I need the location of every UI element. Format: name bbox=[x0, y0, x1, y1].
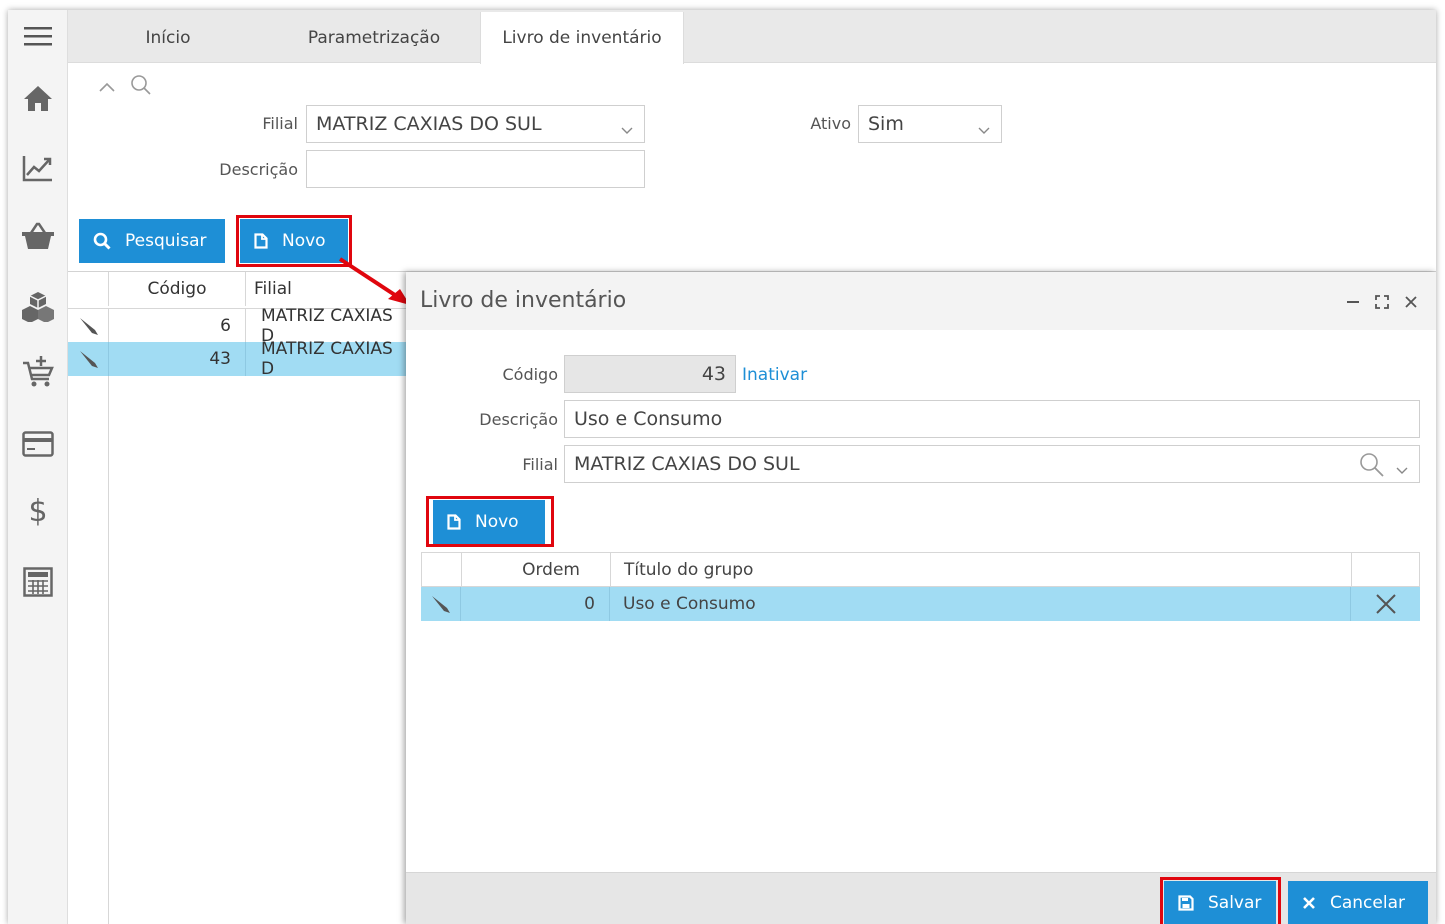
filial-cell: MATRIZ CAXIAS D bbox=[261, 305, 393, 346]
pesquisar-button-label: Pesquisar bbox=[125, 231, 207, 251]
card-icon[interactable] bbox=[8, 418, 68, 470]
minimize-icon[interactable] bbox=[1346, 294, 1360, 313]
dialog-codigo-field: 43 bbox=[564, 355, 736, 393]
annotation-highlight-novo bbox=[236, 215, 352, 267]
boxes-icon[interactable] bbox=[8, 280, 68, 332]
maximize-icon[interactable] bbox=[1375, 294, 1389, 313]
dialog-filial-select[interactable]: MATRIZ CAXIAS DO SUL bbox=[564, 445, 1420, 483]
menu-icon[interactable] bbox=[8, 10, 68, 62]
chart-icon[interactable] bbox=[8, 142, 68, 194]
column-header-codigo[interactable]: Código bbox=[108, 272, 246, 306]
side-rail: $ bbox=[8, 10, 68, 924]
svg-text:$: $ bbox=[28, 494, 47, 527]
search-icon[interactable] bbox=[1359, 452, 1385, 483]
search-icon bbox=[93, 232, 111, 250]
grid-column-divider bbox=[108, 376, 109, 924]
dialog-footer: Salvar Cancelar bbox=[406, 872, 1436, 924]
close-icon bbox=[1303, 897, 1315, 909]
dialog-descricao-input[interactable]: Uso e Consumo bbox=[564, 400, 1420, 438]
annotation-highlight-salvar bbox=[1160, 877, 1281, 924]
filial-label: Filial bbox=[262, 114, 298, 133]
tab-label: Livro de inventário bbox=[502, 28, 662, 48]
dialog-filial-value: MATRIZ CAXIAS DO SUL bbox=[574, 453, 800, 475]
annotation-highlight-dialog-novo bbox=[426, 496, 554, 547]
livro-inventario-dialog: Livro de inventário Código 43 Inativar D… bbox=[406, 272, 1436, 924]
filial-select-value: MATRIZ CAXIAS DO SUL bbox=[316, 113, 542, 135]
cart-add-icon[interactable] bbox=[8, 346, 68, 398]
cancelar-button-label: Cancelar bbox=[1330, 893, 1405, 913]
codigo-cell: 6 bbox=[108, 309, 246, 342]
descricao-label: Descrição bbox=[219, 160, 298, 179]
basket-icon[interactable] bbox=[8, 210, 68, 262]
table-row[interactable]: 6 MATRIZ CAXIAS D bbox=[68, 305, 418, 346]
ativo-label: Ativo bbox=[810, 114, 851, 133]
dialog-header: Livro de inventário bbox=[406, 272, 1436, 330]
ativo-select-value: Sim bbox=[868, 113, 904, 135]
ativo-select[interactable]: Sim bbox=[858, 105, 1002, 143]
chevron-down-icon bbox=[620, 118, 634, 140]
close-icon[interactable] bbox=[1404, 294, 1418, 313]
app-window: $ Início Parametrização Livro de inventá… bbox=[8, 10, 1436, 924]
pesquisar-button[interactable]: Pesquisar bbox=[79, 219, 225, 263]
chevron-down-icon bbox=[977, 118, 991, 140]
dialog-descricao-value: Uso e Consumo bbox=[574, 408, 723, 430]
tab-bar: Início Parametrização Livro de inventári… bbox=[68, 10, 1436, 64]
dialog-codigo-label: Código bbox=[502, 365, 558, 384]
header-edit-column bbox=[422, 553, 462, 586]
descricao-input[interactable] bbox=[306, 150, 645, 188]
home-icon[interactable] bbox=[8, 72, 68, 124]
collapse-chevron-icon[interactable] bbox=[98, 78, 116, 97]
cancelar-button[interactable]: Cancelar bbox=[1288, 881, 1428, 924]
filial-cell: MATRIZ CAXIAS D bbox=[261, 339, 393, 379]
tab-inicio[interactable]: Início bbox=[68, 12, 268, 63]
column-header-titulo[interactable]: Título do grupo bbox=[611, 553, 1352, 586]
tab-livro-de-inventario[interactable]: Livro de inventário bbox=[480, 12, 684, 64]
delete-row-icon[interactable] bbox=[1351, 587, 1420, 621]
tab-label: Início bbox=[145, 27, 191, 48]
dialog-descricao-label: Descrição bbox=[479, 410, 558, 429]
edit-pencil-icon[interactable] bbox=[421, 587, 461, 621]
chevron-down-icon[interactable] bbox=[1395, 458, 1409, 480]
tab-parametrizacao[interactable]: Parametrização bbox=[268, 12, 480, 63]
tab-label: Parametrização bbox=[307, 27, 441, 48]
search-toggle-icon[interactable] bbox=[130, 74, 152, 100]
edit-pencil-icon[interactable] bbox=[78, 309, 108, 342]
dollar-icon[interactable]: $ bbox=[8, 484, 68, 536]
dialog-grid-header: Ordem Título do grupo bbox=[421, 552, 1420, 587]
edit-pencil-icon[interactable] bbox=[78, 342, 108, 376]
table-row-selected[interactable]: 43 MATRIZ CAXIAS D bbox=[68, 339, 418, 379]
ordem-cell: 0 bbox=[461, 587, 610, 621]
column-header-ordem[interactable]: Ordem bbox=[462, 553, 611, 586]
dialog-title: Livro de inventário bbox=[420, 288, 627, 313]
dialog-codigo-value: 43 bbox=[701, 363, 726, 385]
inativar-link[interactable]: Inativar bbox=[742, 365, 807, 385]
codigo-cell: 43 bbox=[108, 342, 246, 376]
titulo-cell: Uso e Consumo bbox=[610, 587, 1351, 621]
dialog-table-row[interactable]: 0 Uso e Consumo bbox=[421, 587, 1420, 621]
calculator-icon[interactable] bbox=[8, 556, 68, 608]
filial-select[interactable]: MATRIZ CAXIAS DO SUL bbox=[306, 105, 645, 143]
dialog-filial-label: Filial bbox=[522, 455, 558, 474]
